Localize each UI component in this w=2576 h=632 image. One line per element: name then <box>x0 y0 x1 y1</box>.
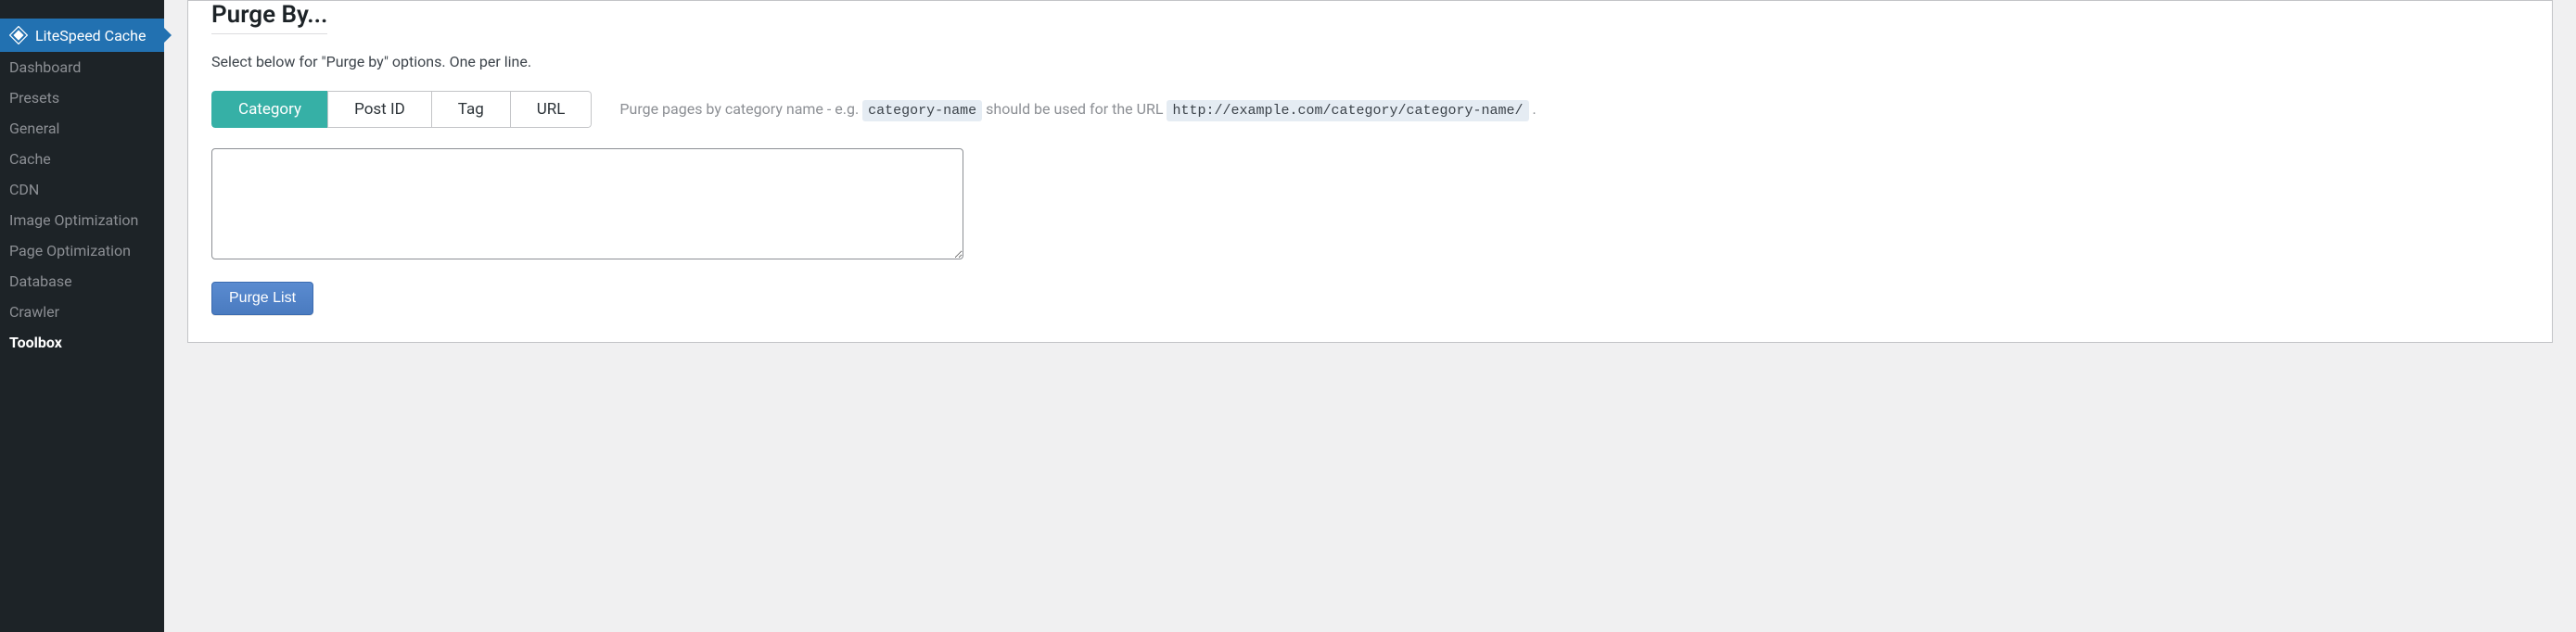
tab-tag[interactable]: Tag <box>431 91 511 128</box>
tab-url[interactable]: URL <box>510 91 593 128</box>
litespeed-logo-icon <box>9 26 28 44</box>
purge-by-tabs: Category Post ID Tag URL <box>211 91 592 128</box>
sidebar-item-page-optimization[interactable]: Page Optimization <box>0 235 164 266</box>
tab-category[interactable]: Category <box>211 91 328 128</box>
sidebar-plugin-header[interactable]: LiteSpeed Cache <box>0 19 164 52</box>
purge-list-button[interactable]: Purge List <box>211 282 313 315</box>
section-title: Purge By... <box>211 1 327 34</box>
tab-row-wrap: Category Post ID Tag URL Purge pages by … <box>211 91 2529 128</box>
purge-list-textarea[interactable] <box>211 148 963 259</box>
content-wrap: Purge By... Select below for "Purge by" … <box>164 0 2576 632</box>
code-example-name: category-name <box>862 100 982 121</box>
sidebar-item-cache[interactable]: Cache <box>0 144 164 174</box>
sidebar-item-general[interactable]: General <box>0 113 164 144</box>
help-text: Purge pages by category name - e.g. cate… <box>619 100 1536 119</box>
sidebar-item-presets[interactable]: Presets <box>0 82 164 113</box>
code-example-url: http://example.com/category/category-nam… <box>1167 100 1528 121</box>
tab-post-id[interactable]: Post ID <box>327 91 432 128</box>
sidebar-item-dashboard[interactable]: Dashboard <box>0 52 164 82</box>
admin-sidebar: LiteSpeed Cache Dashboard Presets Genera… <box>0 0 164 632</box>
sidebar-item-database[interactable]: Database <box>0 266 164 297</box>
sidebar-item-toolbox[interactable]: Toolbox <box>0 327 164 358</box>
sidebar-header-label: LiteSpeed Cache <box>35 27 146 44</box>
sidebar-item-crawler[interactable]: Crawler <box>0 297 164 327</box>
sidebar-item-image-optimization[interactable]: Image Optimization <box>0 205 164 235</box>
content-panel: Purge By... Select below for "Purge by" … <box>187 0 2553 343</box>
sidebar-item-cdn[interactable]: CDN <box>0 174 164 205</box>
section-subtitle: Select below for "Purge by" options. One… <box>211 53 2529 70</box>
